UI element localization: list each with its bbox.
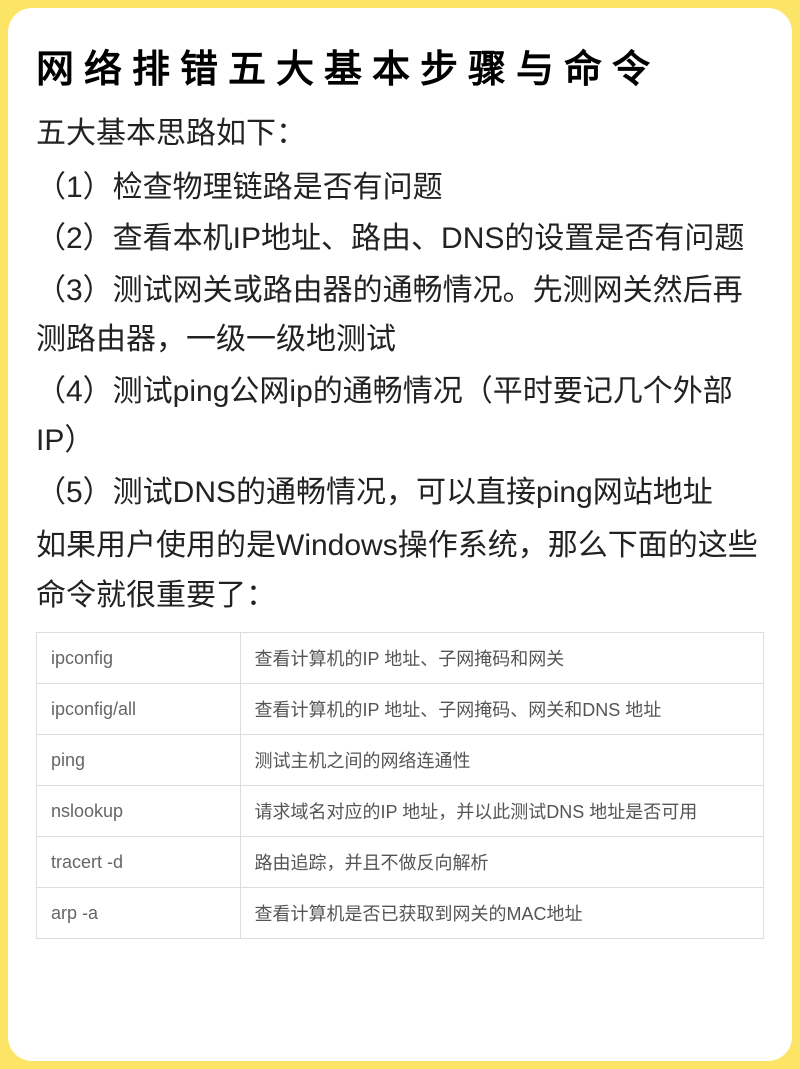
step-3: （3）测试网关或路由器的通畅情况。先测网关然后再测路由器，一级一级地测试: [36, 266, 764, 365]
table-row: nslookup 请求域名对应的IP 地址，并以此测试DNS 地址是否可用: [37, 786, 764, 837]
table-row: ping 测试主机之间的网络连通性: [37, 735, 764, 786]
step-1: （1）检查物理链路是否有问题: [36, 163, 764, 213]
description-cell: 查看计算机的IP 地址、子网掩码、网关和DNS 地址: [240, 684, 763, 735]
description-cell: 查看计算机是否已获取到网关的MAC地址: [240, 888, 763, 939]
description-cell: 路由追踪，并且不做反向解析: [240, 837, 763, 888]
commands-table: ipconfig 查看计算机的IP 地址、子网掩码和网关 ipconfig/al…: [36, 632, 764, 939]
step-5: （5）测试DNS的通畅情况，可以直接ping网站地址: [36, 468, 764, 518]
description-cell: 请求域名对应的IP 地址，并以此测试DNS 地址是否可用: [240, 786, 763, 837]
content-card: 网络排错五大基本步骤与命令 五大基本思路如下： （1）检查物理链路是否有问题 （…: [8, 8, 792, 1061]
windows-note: 如果用户使用的是Windows操作系统，那么下面的这些命令就很重要了：: [36, 521, 764, 620]
command-cell: nslookup: [37, 786, 241, 837]
description-cell: 查看计算机的IP 地址、子网掩码和网关: [240, 633, 763, 684]
description-cell: 测试主机之间的网络连通性: [240, 735, 763, 786]
command-cell: ipconfig/all: [37, 684, 241, 735]
table-row: ipconfig 查看计算机的IP 地址、子网掩码和网关: [37, 633, 764, 684]
command-cell: tracert -d: [37, 837, 241, 888]
step-2: （2）查看本机IP地址、路由、DNS的设置是否有问题: [36, 214, 764, 264]
intro-text: 五大基本思路如下：: [36, 109, 764, 159]
command-cell: ipconfig: [37, 633, 241, 684]
step-4: （4）测试ping公网ip的通畅情况（平时要记几个外部IP）: [36, 367, 764, 466]
command-cell: arp -a: [37, 888, 241, 939]
command-cell: ping: [37, 735, 241, 786]
page-title: 网络排错五大基本步骤与命令: [36, 38, 764, 93]
table-row: tracert -d 路由追踪，并且不做反向解析: [37, 837, 764, 888]
table-row: ipconfig/all 查看计算机的IP 地址、子网掩码、网关和DNS 地址: [37, 684, 764, 735]
table-row: arp -a 查看计算机是否已获取到网关的MAC地址: [37, 888, 764, 939]
